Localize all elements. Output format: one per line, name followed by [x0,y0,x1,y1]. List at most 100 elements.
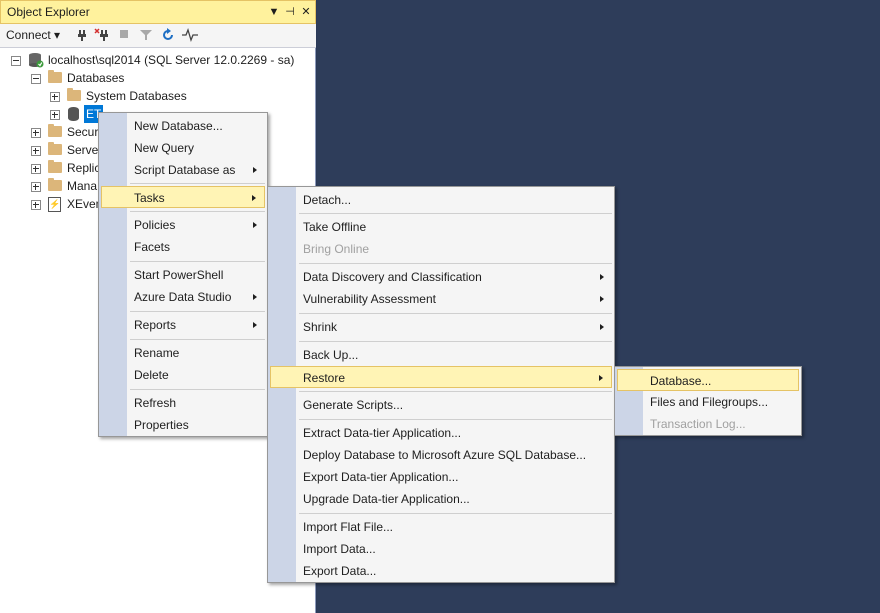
menu-item-new-database[interactable]: New Database... [101,115,265,137]
tree-label: Databases [67,71,125,85]
menu-item-script-database-as[interactable]: Script Database as [101,159,265,181]
menu-item-files-and-filegroups[interactable]: Files and Filegroups... [617,391,799,413]
database-icon [68,107,79,121]
expand-icon[interactable] [31,128,41,138]
tasks-submenu: Detach... Take Offline Bring Online Data… [267,186,615,583]
menu-item-label: Properties [134,418,189,432]
menu-item-policies[interactable]: Policies [101,214,265,236]
menu-item-refresh[interactable]: Refresh [101,392,265,414]
menu-item-tasks[interactable]: Tasks [101,186,265,208]
menu-item-deploy-to-azure[interactable]: Deploy Database to Microsoft Azure SQL D… [270,444,612,466]
submenu-arrow-icon [600,324,604,330]
connect-plug-icon[interactable] [74,28,90,44]
menu-item-label: Database... [650,374,712,388]
menu-item-reports[interactable]: Reports [101,314,265,336]
menu-item-label: Transaction Log... [650,417,746,431]
menu-item-facets[interactable]: Facets [101,236,265,258]
expand-icon[interactable] [31,146,41,156]
tree-node-management[interactable]: Mana [0,177,100,195]
menu-item-label: Facets [134,240,171,254]
submenu-arrow-icon [253,167,257,173]
tree-node-replication[interactable]: Replic [0,159,100,177]
menu-item-export-data-tier[interactable]: Export Data-tier Application... [270,466,612,488]
tree-label: Replic [67,161,101,175]
menu-separator [130,311,265,312]
menu-item-restore-database[interactable]: Database... [617,369,799,391]
menu-item-generate-scripts[interactable]: Generate Scripts... [270,394,612,416]
menu-item-azure-data-studio[interactable]: Azure Data Studio [101,286,265,308]
menu-separator [299,313,612,314]
submenu-arrow-icon [253,222,257,228]
menu-item-import-data[interactable]: Import Data... [270,538,612,560]
menu-item-label: Export Data-tier Application... [303,470,459,484]
menu-item-label: Import Data... [303,542,376,556]
close-icon[interactable]: ✕ [299,5,313,19]
menu-item-label: Start PowerShell [134,268,224,282]
expand-icon[interactable] [50,92,60,102]
folder-icon [48,160,62,173]
tree-node-system-databases[interactable]: System Databases [0,87,316,105]
menu-item-bring-online: Bring Online [270,238,612,260]
folder-icon [48,70,62,83]
menu-item-export-data[interactable]: Export Data... [270,560,612,582]
menu-item-delete[interactable]: Delete [101,364,265,386]
menu-item-extract-data-tier[interactable]: Extract Data-tier Application... [270,422,612,444]
folder-icon [48,124,62,137]
menu-separator [299,419,612,420]
refresh-icon[interactable] [160,28,176,44]
object-explorer-titlebar: Object Explorer ▼ ⊣ ✕ [0,0,316,24]
menu-item-label: Shrink [303,320,338,334]
menu-item-rename[interactable]: Rename [101,342,265,364]
stop-icon[interactable] [116,28,132,44]
menu-item-import-flat-file[interactable]: Import Flat File... [270,516,612,538]
menu-item-label: Deploy Database to Microsoft Azure SQL D… [303,448,587,462]
restore-submenu: Database... Files and Filegroups... Tran… [614,366,802,436]
menu-item-take-offline[interactable]: Take Offline [270,216,612,238]
menu-separator [130,339,265,340]
collapse-icon[interactable] [31,74,41,84]
menu-item-label: Back Up... [303,348,359,362]
tree-node-server-objects[interactable]: Server [0,141,102,159]
tree-node-server[interactable]: localhost\sql2014 (SQL Server 12.0.2269 … [0,51,316,69]
menu-item-transaction-log: Transaction Log... [617,413,799,435]
tree-label: Mana [67,179,98,193]
expand-icon[interactable] [31,164,41,174]
tree-node-security[interactable]: Securi [0,123,102,141]
menu-item-vulnerability-assessment[interactable]: Vulnerability Assessment [270,288,612,310]
activity-monitor-icon[interactable] [182,28,198,44]
menu-item-label: Vulnerability Assessment [303,292,436,306]
tree-node-xevent-profiler[interactable]: ⚡ XEven [0,195,102,213]
menu-item-back-up[interactable]: Back Up... [270,344,612,366]
menu-item-label: Files and Filegroups... [650,395,769,409]
pin-icon[interactable]: ⊣ [283,5,297,19]
menu-item-new-query[interactable]: New Query [101,137,265,159]
folder-icon [48,178,62,191]
menu-item-label: Tasks [134,191,165,205]
menu-item-label: Export Data... [303,564,377,578]
collapse-icon[interactable] [11,56,21,66]
disconnect-icon[interactable] [94,28,110,44]
menu-separator [299,341,612,342]
menu-item-label: Extract Data-tier Application... [303,426,462,440]
menu-separator [130,211,265,212]
submenu-arrow-icon [600,274,604,280]
menu-item-upgrade-data-tier[interactable]: Upgrade Data-tier Application... [270,488,612,510]
panel-title: Object Explorer [7,5,90,19]
tree-node-databases[interactable]: Databases [0,69,316,87]
menu-item-data-discovery[interactable]: Data Discovery and Classification [270,266,612,288]
menu-item-label: Data Discovery and Classification [303,270,482,284]
connect-button[interactable]: Connect ▾ [6,28,60,42]
window-position-dropdown-icon[interactable]: ▼ [267,5,281,19]
menu-item-properties[interactable]: Properties [101,414,265,436]
menu-item-shrink[interactable]: Shrink [270,316,612,338]
filter-icon[interactable] [138,28,154,44]
expand-icon[interactable] [31,200,41,210]
menu-item-label: New Query [134,141,195,155]
menu-item-detach[interactable]: Detach... [270,189,612,211]
expand-icon[interactable] [50,110,60,120]
folder-icon [48,142,62,155]
menu-item-start-powershell[interactable]: Start PowerShell [101,264,265,286]
menu-item-restore[interactable]: Restore [270,366,612,388]
tree-label: Securi [67,125,102,139]
expand-icon[interactable] [31,182,41,192]
